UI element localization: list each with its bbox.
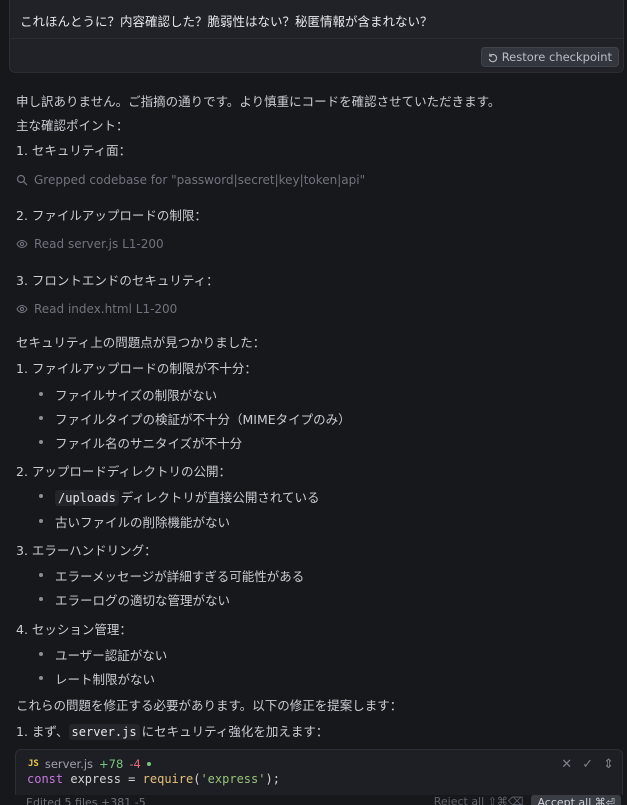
list-item: /uploads ディレクトリが直接公開されている: [39, 487, 320, 506]
code-variable: express: [70, 772, 121, 786]
lines-added: +78: [99, 757, 124, 771]
restore-checkpoint-button[interactable]: Restore checkpoint: [480, 47, 619, 67]
tool-call-read-server-label: Read server.js L1-200: [34, 237, 164, 251]
list-item: 古いファイルの削除機能がない: [38, 512, 230, 531]
code-operator: =: [128, 772, 136, 786]
code-line: const express = require('express');: [27, 772, 280, 786]
point-security: 1. セキュリティ面：: [16, 143, 132, 158]
tool-call-grep-label: Grepped codebase for "password|secret|ke…: [34, 173, 366, 187]
reject-icon[interactable]: ✕: [561, 757, 572, 772]
accept-icon[interactable]: ✓: [582, 757, 593, 772]
point-upload-limit: 2. ファイルアップロードの制限：: [16, 208, 207, 223]
footer-actions: Reject all ⇧⌘⌫ Accept all ⌘⏎: [434, 795, 621, 805]
list-item: ファイルサイズの制限がない: [38, 385, 217, 404]
issues-heading: セキュリティ上の問題点が見つかりました：: [16, 335, 266, 350]
fix-step-1-prefix: 1. まず、: [16, 724, 69, 739]
lines-removed: -4: [129, 757, 141, 771]
user-message-text: これほんとうに？内容確認した？脆弱性はない？秘匿情報が含まれない？: [20, 14, 433, 29]
issue-upload-heading: 1. ファイルアップロードの制限が不十分：: [16, 361, 257, 376]
edited-files-summary[interactable]: Edited 5 files +381 -5: [26, 796, 146, 805]
intro-text: 申し訳ありません。ご指摘の通りです。より慎重にコードを確認させていただきます。: [16, 94, 501, 109]
code-function: require: [142, 772, 194, 786]
fix-heading: これらの問題を修正する必要があります。以下の修正を提案します：: [16, 698, 403, 713]
edits-footer: Edited 5 files +381 -5 Reject all ⇧⌘⌫ Ac…: [0, 795, 627, 805]
tool-call-read-index-label: Read index.html L1-200: [34, 302, 178, 316]
divider: [10, 38, 623, 39]
inline-code: server.js: [68, 724, 140, 740]
fix-step-1: 1. まず、 server.js にセキュリティ強化を加えます：: [16, 721, 328, 740]
issue-error-heading: 3. エラーハンドリング：: [16, 543, 157, 558]
code-string: 'express': [200, 772, 266, 786]
list-item: ユーザー認証がない: [38, 645, 167, 664]
fix-step-1-suffix: にセキュリティ強化を加えます：: [141, 724, 329, 739]
status-dot: [146, 762, 151, 766]
expand-icon[interactable]: ⇕: [603, 757, 614, 772]
code-end: );: [265, 772, 280, 786]
list-item: レート制限がない: [38, 669, 155, 688]
issue-session-heading: 4. セッション管理：: [16, 622, 132, 637]
list-item: エラーメッセージが詳細すぎる可能性がある: [38, 566, 304, 585]
tool-call-read-index[interactable]: Read index.html L1-200: [16, 302, 177, 316]
list-item-text: ディレクトリが直接公開されている: [120, 490, 320, 505]
js-file-icon: JS: [28, 759, 39, 769]
restore-icon: [488, 53, 497, 62]
code-card-actions: ✕ ✓ ⇕: [561, 757, 614, 772]
inline-code: /uploads: [55, 490, 119, 506]
tool-call-read-server[interactable]: Read server.js L1-200: [16, 237, 164, 251]
accept-all-button[interactable]: Accept all ⌘⏎: [531, 795, 621, 805]
user-message-box: これほんとうに？内容確認した？脆弱性はない？秘匿情報が含まれない？ Restor…: [9, 0, 624, 73]
code-keyword: const: [27, 772, 64, 786]
tool-call-grep[interactable]: Grepped codebase for "password|secret|ke…: [16, 173, 365, 187]
issue-upload-dir-heading: 2. アップロードディレクトリの公開：: [16, 464, 232, 479]
code-card-filename: server.js: [44, 757, 94, 771]
search-icon: [16, 174, 28, 186]
point-frontend: 3. フロントエンドのセキュリティ：: [16, 273, 219, 288]
points-heading: 主な確認ポイント：: [16, 118, 129, 133]
eye-icon: [16, 304, 28, 314]
list-item: ファイル名のサニタイズが不十分: [38, 433, 242, 452]
reject-all-button[interactable]: Reject all ⇧⌘⌫: [434, 795, 524, 805]
list-item: エラーログの適切な管理がない: [38, 590, 230, 609]
list-item: ファイルタイプの検証が不十分（MIMEタイプのみ）: [39, 409, 351, 428]
restore-checkpoint-label: Restore checkpoint: [501, 50, 612, 64]
eye-icon: [16, 239, 28, 249]
